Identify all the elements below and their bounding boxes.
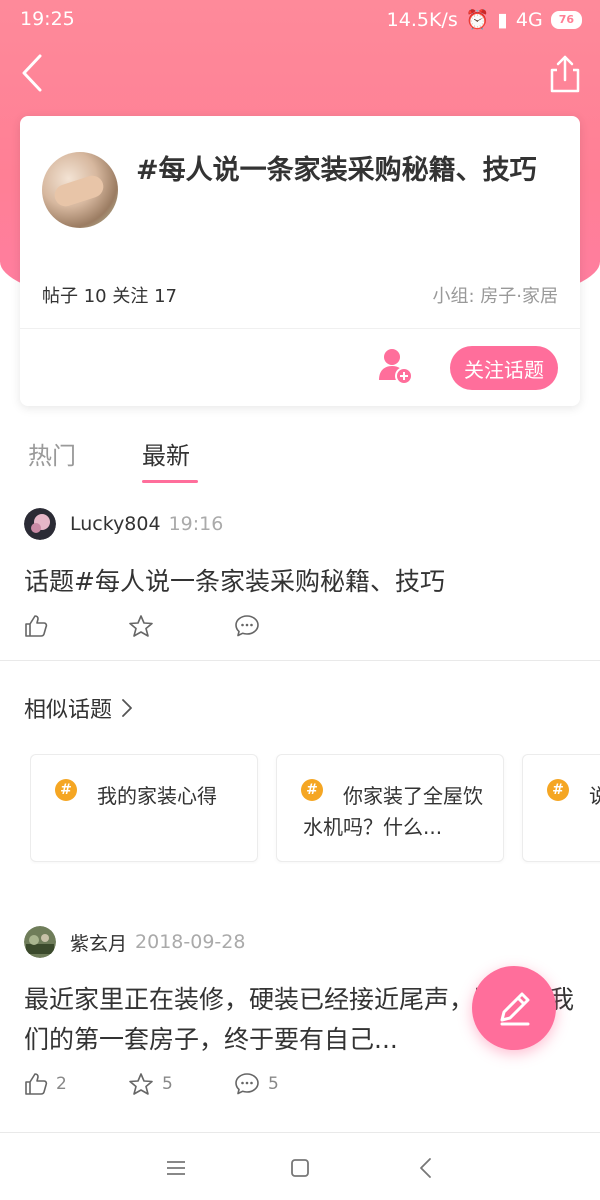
like-button[interactable] <box>24 614 56 638</box>
back-button[interactable] <box>16 50 56 96</box>
tab-active-indicator <box>142 480 198 483</box>
favorite-count: 5 <box>162 1074 173 1094</box>
top-nav <box>0 50 600 100</box>
post-item[interactable]: Lucky804 19:16 话题#每人说一条家装采购秘籍、技巧 <box>24 506 584 650</box>
comment-icon <box>235 615 259 637</box>
alarm-icon: ⏰ <box>465 9 490 31</box>
status-right: 14.5K/s ⏰ ▮ 4G 76 <box>387 8 582 31</box>
share-icon <box>550 55 580 93</box>
avatar[interactable] <box>24 508 56 540</box>
tab-hot[interactable]: 热门 <box>28 436 76 471</box>
divider <box>0 660 600 661</box>
avatar-image <box>24 926 56 958</box>
similar-topic-text: 说说遗留了... <box>549 781 600 812</box>
signal-icon: ▮ <box>497 8 508 31</box>
tab-new[interactable]: 最新 <box>142 436 190 471</box>
thumbs-up-icon <box>25 1073 48 1095</box>
like-count: 2 <box>56 1074 67 1094</box>
status-bar: 19:25 14.5K/s ⏰ ▮ 4G 76 <box>0 0 600 40</box>
favorite-button[interactable] <box>128 614 162 638</box>
add-user-icon <box>379 349 413 385</box>
post-time: 2018-09-28 <box>135 931 246 953</box>
topic-group[interactable]: 小组: 房子·家居 <box>432 282 558 308</box>
navbar-divider <box>0 1132 600 1133</box>
thumbs-up-icon <box>25 615 48 637</box>
avatar[interactable] <box>24 926 56 958</box>
post-actions <box>24 614 584 650</box>
post-username[interactable]: 紫玄月 <box>70 929 127 956</box>
post-username[interactable]: Lucky804 <box>70 513 161 535</box>
menu-button[interactable] <box>164 1156 188 1180</box>
favorite-button[interactable]: 5 <box>128 1072 173 1096</box>
invite-user-button[interactable] <box>378 346 414 386</box>
similar-topics-list[interactable]: # 我的家装心得 # 你家装了全屋饮水机吗？什么... # 说说遗留了... <box>30 754 600 864</box>
network-speed: 14.5K/s <box>386 8 458 31</box>
similar-topic-card[interactable]: # 我的家装心得 <box>30 754 258 862</box>
comment-button[interactable] <box>234 614 268 638</box>
share-button[interactable] <box>548 54 582 94</box>
post-text[interactable]: 话题#每人说一条家装采购秘籍、技巧 <box>24 562 584 602</box>
pencil-icon <box>500 992 530 1026</box>
card-divider <box>20 328 580 329</box>
comment-button[interactable]: 5 <box>234 1072 279 1096</box>
compose-button[interactable] <box>472 966 556 1050</box>
comment-icon <box>235 1073 259 1095</box>
similar-topics-title: 相似话题 <box>24 698 113 723</box>
chevron-right-icon <box>122 699 132 717</box>
similar-topic-text: 你家装了全屋饮水机吗？什么... <box>303 784 483 839</box>
like-button[interactable]: 2 <box>24 1072 67 1096</box>
similar-topic-card[interactable]: # 你家装了全屋饮水机吗？什么... <box>276 754 504 862</box>
topic-title: #每人说一条家装采购秘籍、技巧 <box>136 155 537 186</box>
status-time: 19:25 <box>20 8 75 30</box>
topic-stats: 帖子 10 关注 17 <box>42 286 177 307</box>
avatar-image <box>24 508 56 540</box>
network-type: 4G <box>515 8 543 31</box>
home-square-icon <box>291 1159 309 1177</box>
battery-level: 76 <box>550 10 582 29</box>
comment-count: 5 <box>268 1074 279 1094</box>
post-time: 19:16 <box>168 513 224 535</box>
follow-topic-button[interactable]: 关注话题 <box>450 346 558 390</box>
similar-topic-card[interactable]: # 说说遗留了... <box>522 754 600 862</box>
post-header: 紫玄月 2018-09-28 <box>24 924 584 960</box>
similar-topics-header[interactable]: 相似话题 <box>24 692 134 724</box>
post-header: Lucky804 19:16 <box>24 506 584 542</box>
home-button[interactable] <box>288 1156 312 1180</box>
back-icon <box>22 54 42 92</box>
similar-topic-text: 我的家装心得 <box>97 784 217 808</box>
post-actions: 2 5 5 <box>24 1072 584 1108</box>
topic-avatar <box>42 152 118 228</box>
chevron-left-icon <box>420 1158 431 1178</box>
topic-card: #每人说一条家装采购秘籍、技巧 帖子 10 关注 17 小组: 房子·家居 关注… <box>20 116 580 406</box>
menu-icon <box>167 1161 185 1175</box>
star-icon <box>129 1073 153 1095</box>
star-icon <box>129 615 153 637</box>
system-back-button[interactable] <box>414 1156 438 1180</box>
system-nav-bar <box>0 1134 600 1200</box>
